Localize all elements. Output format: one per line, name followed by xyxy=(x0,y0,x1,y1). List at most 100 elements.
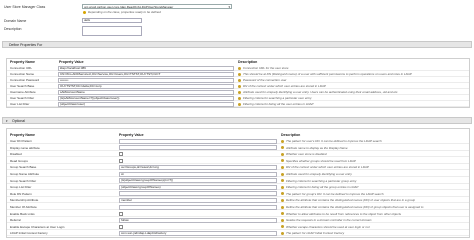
property-description: Filtering criteria for searching a parti… xyxy=(286,178,357,183)
optional-column-header-name: Property Name xyxy=(10,133,35,137)
property-name: Enable Escape Characters at User Login xyxy=(10,224,65,229)
property-name: Connection URL xyxy=(10,66,33,70)
info-icon xyxy=(281,165,284,169)
table-row: Membership Attribute member Define the att… xyxy=(7,197,469,204)
property-description: Password of the connection user xyxy=(243,78,287,82)
property-name: Group Search Base xyxy=(10,165,37,170)
info-icon xyxy=(281,139,284,143)
table-row: Group Name Attribute cn Attribute used for… xyxy=(7,171,469,177)
table-row: Enable Escape Characters at User Login Wh… xyxy=(7,224,469,230)
class-select-value: org.wso2.carbon.user.core.ldap.ReadOnlyL… xyxy=(84,5,174,9)
property-description: Attribute name to display as the Display… xyxy=(286,145,348,150)
property-value-input[interactable] xyxy=(119,204,277,210)
checkbox[interactable] xyxy=(119,211,123,216)
property-name: Role DN Pattern xyxy=(10,191,32,196)
info-icon xyxy=(281,172,284,176)
class-note: Depending on the class, properties ready… xyxy=(88,10,161,14)
description-field[interactable] xyxy=(82,26,142,36)
property-value-input[interactable]: (&(objectClass=groupOfNames)(cn=?)) xyxy=(119,178,277,184)
optional-rows: User DN Pattern The pattern for user's DN… xyxy=(7,138,469,238)
property-name: User Search Base xyxy=(10,84,35,88)
property-name: User List Filter xyxy=(10,102,30,106)
property-description: Guides the requests to a domain controll… xyxy=(286,218,372,223)
property-value-input[interactable]: OU=TSTST,DC=delta,DC=corp xyxy=(58,83,234,89)
class-select[interactable]: org.wso2.carbon.user.core.ldap.ReadOnlyL… xyxy=(82,4,232,9)
property-value-input[interactable]: com.sun.jndi.ldap.LdapCtxFactory xyxy=(119,230,277,236)
property-value-input[interactable] xyxy=(119,145,277,151)
define-properties-header: Define Properties For xyxy=(2,41,472,48)
property-description: DN of the context under which user entri… xyxy=(286,165,369,170)
property-value-input[interactable]: ldap://localhost:389 xyxy=(58,65,234,71)
info-icon xyxy=(281,146,284,150)
info-icon xyxy=(281,205,284,209)
property-value-input[interactable]: (objectClass=user) xyxy=(58,101,234,107)
table-row: User DN Pattern The pattern for user's DN… xyxy=(7,138,469,144)
property-value-input[interactable]: follow xyxy=(119,217,277,223)
info-icon xyxy=(238,102,241,106)
chevron-down-icon: ▾ xyxy=(228,5,230,9)
info-icon xyxy=(238,66,241,70)
checkbox[interactable] xyxy=(119,152,123,157)
info-icon xyxy=(281,198,284,202)
property-value-input[interactable]: (objectClass=groupOfNames) xyxy=(119,184,277,190)
property-description: Whether escape characters should be used… xyxy=(286,224,370,229)
info-icon xyxy=(281,159,284,163)
checkbox[interactable] xyxy=(119,224,123,229)
property-value-input[interactable]: ou=Groups,dc=wso2,dc=org xyxy=(119,164,277,170)
optional-column-header-value: Property Value xyxy=(119,133,144,137)
property-value-input[interactable]: •••••••• xyxy=(58,77,234,83)
column-header-name: Property Name xyxy=(10,60,35,64)
description-label: Description xyxy=(4,27,22,31)
class-label: User Store Manager Class xyxy=(4,5,46,9)
table-row: Referral follow Guides the requests to a d… xyxy=(7,217,469,224)
property-description: Whether to allow attributes to be result… xyxy=(286,211,402,216)
property-description: Filtering criteria for listing all the g… xyxy=(286,185,359,190)
property-description: The pattern for LDAP Initial Context Fac… xyxy=(286,231,345,236)
info-icon xyxy=(238,72,241,76)
optional-column-header-description: Description xyxy=(281,133,301,137)
table-row: Enable Back Links Whether to allow attrib… xyxy=(7,211,469,217)
property-name: Display name attribute xyxy=(10,145,40,150)
property-description: Specifies whether groups should be read … xyxy=(286,158,356,163)
column-header-value: Property Value xyxy=(59,60,84,64)
table-row: Read Groups Specifies whether groups shou… xyxy=(7,158,469,164)
info-icon xyxy=(238,96,241,100)
table-row: Display name attribute Attribute name to … xyxy=(7,145,469,151)
property-value-input[interactable] xyxy=(119,138,277,144)
property-name: Read Groups xyxy=(10,158,28,163)
info-icon xyxy=(281,231,284,235)
domain-label: Domain Name xyxy=(4,19,27,23)
property-description: Define the attribute that contains the d… xyxy=(286,198,416,203)
property-name: Group Search Filter xyxy=(10,178,37,183)
info-icon xyxy=(238,84,241,88)
table-row: User List Filter (objectClass=user) Filter… xyxy=(7,101,469,107)
property-name: Disabled xyxy=(10,152,22,157)
info-icon xyxy=(281,152,284,156)
table-row: Role DN Pattern The pattern for group's D… xyxy=(7,191,469,197)
property-name: Membership Attribute xyxy=(10,198,39,203)
table-row: Disabled Whether user store is disabled xyxy=(7,151,469,158)
info-icon xyxy=(281,185,284,189)
property-name: LDAP Initial Context Factory xyxy=(10,231,48,236)
property-name: User Search Filter xyxy=(10,96,35,100)
property-description: Attribute used for uniquely identifying … xyxy=(286,172,352,176)
property-description: DN of the context under which user entri… xyxy=(243,84,326,88)
property-name: Member Of Attribute xyxy=(10,205,37,209)
property-description: Define the attribute that contains the d… xyxy=(286,205,424,209)
property-description: The pattern for group's DN. It can be de… xyxy=(286,191,384,196)
property-value-input[interactable]: cn xyxy=(119,171,277,177)
property-value-input[interactable]: (&(sAMAccountName=?)(objectClass=user)) xyxy=(58,95,234,101)
property-value-input[interactable]: sAMAccountName xyxy=(58,89,234,95)
property-value-input[interactable]: member xyxy=(119,197,277,203)
optional-header[interactable]: ▾ Optional xyxy=(2,117,472,124)
property-description: Connection URL for the user store xyxy=(243,66,289,70)
property-name: Group List Filter xyxy=(10,185,32,190)
domain-field[interactable]: dellx xyxy=(82,18,142,23)
info-icon xyxy=(238,90,241,94)
required-properties-table: Property Name Property Value Description… xyxy=(6,58,470,108)
info-icon xyxy=(281,192,284,196)
property-value-input[interactable] xyxy=(119,191,277,197)
property-value-input[interactable]: CN=Wm-ADDServiceU,OU=Service,OU=Users,OU… xyxy=(58,71,234,77)
info-icon xyxy=(238,78,241,82)
checkbox[interactable] xyxy=(119,158,123,163)
